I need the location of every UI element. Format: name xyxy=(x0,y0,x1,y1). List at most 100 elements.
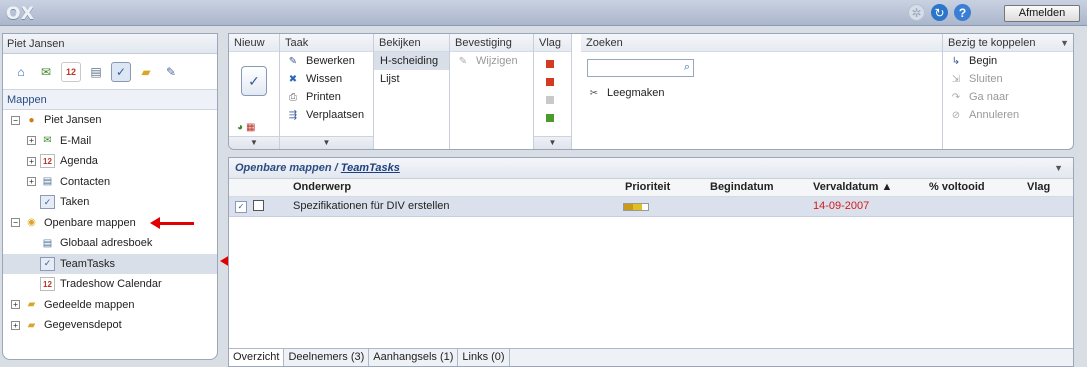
tree-item-openbare-mappen[interactable]: − ◉ Openbare mappen xyxy=(3,213,217,234)
toolbar-group-taak: Taak ✎ Bewerken ✖ Wissen ⎙ Printen ⇶ Verplaa… xyxy=(280,34,374,149)
column-header-row: Onderwerp Prioriteit Begindatum Vervalda… xyxy=(229,179,1073,197)
refresh-icon[interactable]: ↻ xyxy=(931,4,948,21)
column-subject[interactable]: Onderwerp xyxy=(293,181,351,193)
annotation-arrow xyxy=(150,216,194,229)
top-bar: OX ✲ ↻ ? Afmelden xyxy=(0,0,1087,26)
tree-item-taken[interactable]: ✓ Taken xyxy=(3,192,217,213)
collapse-icon[interactable]: − xyxy=(11,218,20,228)
tasks-icon[interactable]: ✓ xyxy=(111,61,131,82)
tab-aanhangsels[interactable]: Aanhangsels (1) xyxy=(369,349,459,366)
contacts-folder-icon: ▤ xyxy=(42,176,53,188)
tree-item-contacten[interactable]: + ▤ Contacten xyxy=(3,172,217,193)
flag-color-icon[interactable] xyxy=(546,114,554,122)
new-item-icon[interactable]: ◕ xyxy=(237,122,243,133)
tree-item-gedeelde-mappen[interactable]: + ▰ Gedeelde mappen xyxy=(3,295,217,316)
help-icon[interactable]: ? xyxy=(954,4,971,21)
task-subject: Spezifikationen für DIV erstellen xyxy=(293,200,450,212)
new-appointment-icon[interactable]: ▦ xyxy=(246,122,255,133)
tree-item-agenda[interactable]: + 12 Agenda xyxy=(3,151,217,172)
logout-button[interactable]: Afmelden xyxy=(1004,5,1080,22)
expand-chevron-icon[interactable]: ▼ xyxy=(229,136,279,149)
close-icon: ⇲ xyxy=(951,73,961,85)
breadcrumb-current[interactable]: TeamTasks xyxy=(341,162,400,174)
delete-button[interactable]: ✖ Wissen xyxy=(280,70,373,88)
tree-item-label: Piet Jansen xyxy=(44,114,102,127)
tree-item-teamtasks[interactable]: ✓ TeamTasks xyxy=(3,253,217,274)
search-icon[interactable]: ⌕ xyxy=(684,61,690,74)
task-due-date: 14-09-2007 xyxy=(813,200,870,212)
tree-item-piet-jansen[interactable]: − ● Piet Jansen xyxy=(3,110,217,131)
panel-splitter[interactable] xyxy=(220,33,228,363)
change-icon: ✎ xyxy=(458,55,468,67)
link-cancel-button[interactable]: ⊘ Annuleren xyxy=(943,106,1073,124)
breadcrumb-parent[interactable]: Openbare mappen xyxy=(235,162,332,174)
user-header: Piet Jansen xyxy=(3,34,217,54)
new-task-icon[interactable]: ✓ xyxy=(241,66,267,96)
clear-search-button[interactable]: ✂ Leegmaken xyxy=(581,84,665,102)
module-bar: ⌂ ✉ 12 ▤ ✓ ▰ ✎ xyxy=(3,54,217,90)
mail-icon[interactable]: ✉ xyxy=(36,62,56,82)
tree-item-email[interactable]: + ✉ E-Mail xyxy=(3,131,217,152)
flag-color-icon[interactable] xyxy=(546,60,554,68)
begin-icon: ↳ xyxy=(951,55,961,67)
notes-icon[interactable]: ✎ xyxy=(161,62,181,82)
toolbar-group-nieuw: Nieuw ✓ ◕ ▦ ▼ xyxy=(229,34,280,149)
link-goto-button[interactable]: ↷ Ga naar xyxy=(943,88,1073,106)
view-hsplit-button[interactable]: H-scheiding xyxy=(374,52,449,70)
portal-icon[interactable]: ⌂ xyxy=(11,62,31,82)
group-label: Bezig te koppelen ▼ xyxy=(943,34,1073,52)
folder-tree: − ● Piet Jansen + ✉ E-Mail + 12 Agenda +… xyxy=(3,110,217,336)
chevron-down-icon[interactable]: ▼ xyxy=(1060,34,1069,52)
row-checkbox[interactable] xyxy=(253,200,264,214)
files-icon[interactable]: ▰ xyxy=(136,62,156,82)
expand-chevron-icon[interactable]: ▼ xyxy=(534,136,571,149)
column-priority[interactable]: Prioriteit xyxy=(625,181,670,193)
view-list-button[interactable]: Lijst xyxy=(374,70,449,88)
left-panel: Piet Jansen ⌂ ✉ 12 ▤ ✓ ▰ ✎ Mappen − ● Pi… xyxy=(2,33,218,360)
goto-icon: ↷ xyxy=(951,91,961,103)
task-row-icon: ✓ xyxy=(235,200,247,213)
chevron-down-icon[interactable]: ▼ xyxy=(1054,158,1063,179)
edit-button[interactable]: ✎ Bewerken xyxy=(280,52,373,70)
flag-color-icon[interactable] xyxy=(546,96,554,104)
cancel-icon: ⊘ xyxy=(951,109,961,121)
expand-chevron-icon[interactable]: ▼ xyxy=(280,136,373,149)
mail-folder-icon: ✉ xyxy=(43,135,52,147)
priority-indicator xyxy=(623,203,649,211)
confirm-change-button[interactable]: ✎ Wijzigen xyxy=(450,52,533,70)
table-row[interactable]: ✓ Spezifikationen für DIV erstellen 14-0… xyxy=(229,197,1073,217)
tree-item-tradeshow-calendar[interactable]: 12 Tradeshow Calendar xyxy=(3,274,217,295)
link-close-button[interactable]: ⇲ Sluiten xyxy=(943,70,1073,88)
expand-icon[interactable]: + xyxy=(27,136,36,146)
tree-item-gegevensdepot[interactable]: + ▰ Gegevensdepot xyxy=(3,315,217,336)
contacts-icon[interactable]: ▤ xyxy=(86,62,106,82)
expand-icon[interactable]: + xyxy=(27,177,36,187)
tree-item-label: Contacten xyxy=(60,175,111,188)
column-flag[interactable]: Vlag xyxy=(1027,181,1050,193)
collapse-icon[interactable]: − xyxy=(11,115,20,125)
move-icon: ⇶ xyxy=(288,109,298,121)
tree-item-globaal-adresboek[interactable]: ▤ Globaal adresboek xyxy=(3,233,217,254)
link-begin-button[interactable]: ↳ Begin xyxy=(943,52,1073,70)
expand-icon[interactable]: + xyxy=(11,320,20,330)
calendar-icon[interactable]: 12 xyxy=(61,61,81,82)
calendar-folder-icon: 12 xyxy=(40,277,55,292)
column-start[interactable]: Begindatum xyxy=(710,181,774,193)
tree-item-label: TeamTasks xyxy=(60,257,116,270)
column-due[interactable]: Vervaldatum ▲ xyxy=(813,181,892,193)
new-small-icons: ◕ ▦ xyxy=(237,122,256,133)
expand-icon[interactable]: + xyxy=(27,156,36,166)
clear-icon: ✂ xyxy=(589,87,599,99)
tab-overzicht[interactable]: Overzicht xyxy=(229,349,285,366)
tab-links[interactable]: Links (0) xyxy=(458,349,510,366)
breadcrumb: Openbare mappen / TeamTasks ▼ xyxy=(229,158,1073,179)
move-button[interactable]: ⇶ Verplaatsen xyxy=(280,106,373,124)
print-button[interactable]: ⎙ Printen xyxy=(280,88,373,106)
flag-color-icon[interactable] xyxy=(546,78,554,86)
expand-icon[interactable]: + xyxy=(11,300,20,310)
edit-icon: ✎ xyxy=(288,55,298,67)
column-done[interactable]: % voltooid xyxy=(929,181,985,193)
tab-deelnemers[interactable]: Deelnemers (3) xyxy=(284,349,370,366)
group-label: Zoeken xyxy=(581,34,942,52)
search-input[interactable]: ⌕ xyxy=(587,59,694,77)
